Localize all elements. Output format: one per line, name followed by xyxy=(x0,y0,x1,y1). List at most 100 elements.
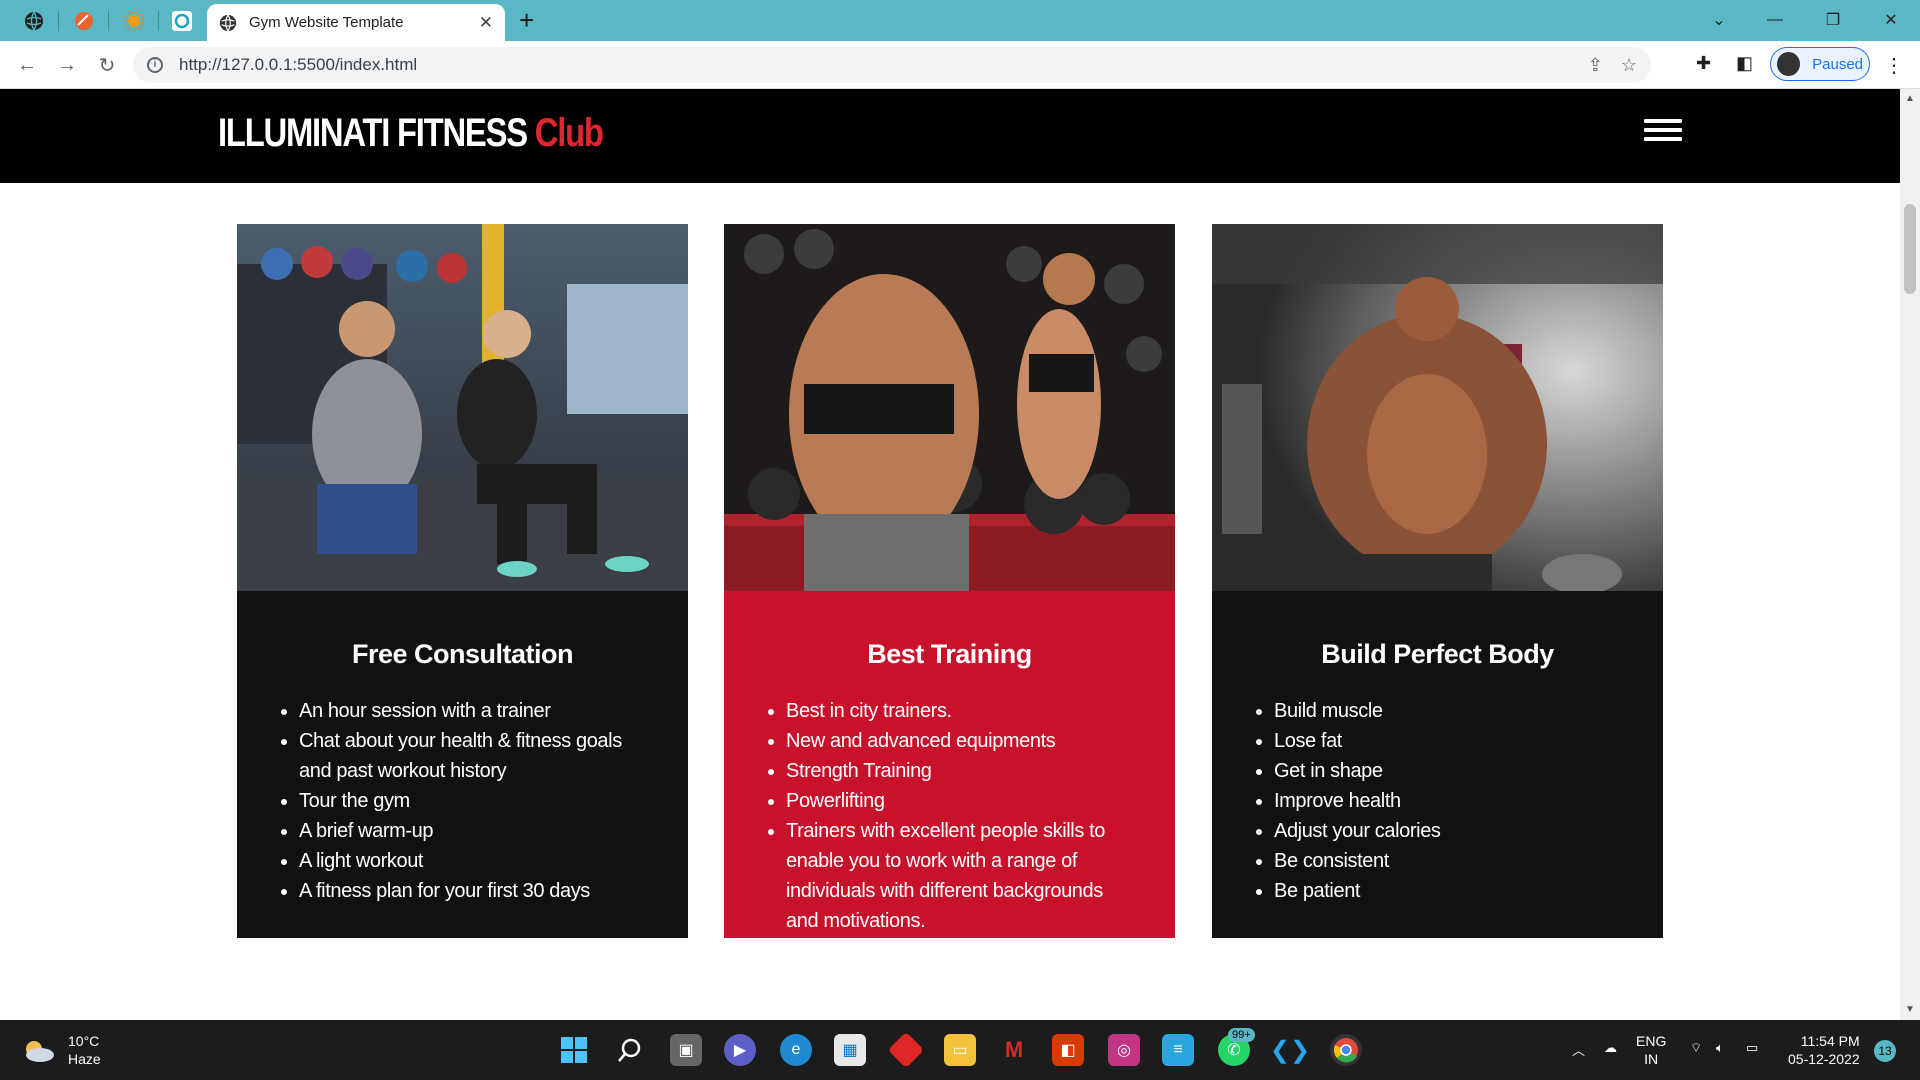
globe-icon xyxy=(25,11,43,31)
list-item: New and advanced equipments xyxy=(786,726,1135,756)
chrome-icon[interactable] xyxy=(1330,1034,1362,1066)
share-icon[interactable]: ⇪ xyxy=(1588,55,1603,76)
pinned-tab-app3[interactable] xyxy=(164,6,200,36)
card-title: Best Training xyxy=(867,639,1032,669)
pinned-tab-globe[interactable] xyxy=(16,6,52,36)
close-tab-icon[interactable]: ✕ xyxy=(479,13,493,33)
minimize-button[interactable]: — xyxy=(1752,5,1798,35)
restore-button[interactable]: ❐ xyxy=(1810,5,1856,35)
clock-time: 11:54 PM xyxy=(1800,1033,1860,1049)
card-list: Best in city trainers. New and advanced … xyxy=(786,696,1175,936)
card-title: Build Perfect Body xyxy=(1321,639,1554,669)
edge-browser-icon[interactable]: e xyxy=(780,1034,812,1066)
close-window-button[interactable]: ✕ xyxy=(1868,5,1914,35)
clock[interactable]: 11:54 PM 05-12-2022 xyxy=(1788,1032,1860,1068)
list-item: An hour session with a trainer xyxy=(299,696,648,726)
scrollbar-thumb[interactable] xyxy=(1904,204,1916,294)
browser-tab-bar: Gym Website Template ✕ + ⌄ — ❐ ✕ xyxy=(0,0,1920,41)
scroll-up-arrow-icon[interactable]: ▲ xyxy=(1905,93,1915,104)
card-best-training: Best Training Best in city trainers. New… xyxy=(724,224,1175,938)
profile-button[interactable]: Paused xyxy=(1770,47,1870,81)
weather-temp: 10°C xyxy=(68,1033,100,1049)
whatsapp-badge: 99+ xyxy=(1228,1028,1255,1042)
list-item: Get in shape xyxy=(1274,756,1623,786)
search-icon[interactable] xyxy=(614,1034,646,1066)
instagram-icon[interactable]: ◎ xyxy=(1108,1034,1140,1066)
new-tab-button[interactable]: + xyxy=(519,5,534,35)
app-icon xyxy=(75,12,93,30)
battery-icon[interactable]: ▭ xyxy=(1746,1040,1758,1056)
profile-status: Paused xyxy=(1812,55,1863,73)
list-item: Powerlifting xyxy=(786,786,1135,816)
vscode-icon[interactable]: ❮❯ xyxy=(1270,1034,1310,1066)
weather-desc: Haze xyxy=(68,1051,101,1067)
card-list: An hour session with a trainer Chat abou… xyxy=(299,696,688,906)
list-item: Lose fat xyxy=(1274,726,1623,756)
site-header: ILLUMINATI FITNESS Club xyxy=(0,89,1900,183)
clock-date: 05-12-2022 xyxy=(1788,1051,1860,1067)
card-build-perfect-body: Build Perfect Body Build muscle Lose fat… xyxy=(1212,224,1663,938)
card-free-consultation: Free Consultation An hour session with a… xyxy=(237,224,688,938)
list-item: Chat about your health & fitness goals a… xyxy=(299,726,648,786)
card-title: Free Consultation xyxy=(351,639,574,669)
list-item: Best in city trainers. xyxy=(786,696,1135,726)
file-explorer-icon[interactable]: ▭ xyxy=(944,1034,976,1066)
list-item: Be patient xyxy=(1274,876,1623,906)
forward-button[interactable]: → xyxy=(52,50,82,80)
list-item: Build muscle xyxy=(1274,696,1623,726)
hamburger-menu-icon[interactable] xyxy=(1644,119,1682,141)
active-tab[interactable]: Gym Website Template ✕ xyxy=(207,4,505,41)
list-item: A brief warm-up xyxy=(299,816,648,846)
card-list: Build muscle Lose fat Get in shape Impro… xyxy=(1274,696,1663,906)
lang-line1: ENG xyxy=(1636,1033,1667,1049)
cloud-weather-icon xyxy=(26,1041,54,1062)
store-icon[interactable]: ▦ xyxy=(834,1034,866,1066)
notepad-icon[interactable]: ≡ xyxy=(1162,1034,1194,1066)
pinned-tab-app2[interactable] xyxy=(116,6,152,36)
bodybuilder-photo xyxy=(1212,224,1663,591)
task-view-icon[interactable]: ▣ xyxy=(670,1034,702,1066)
list-item: Tour the gym xyxy=(299,786,648,816)
notification-count-badge[interactable]: 13 xyxy=(1874,1040,1896,1062)
logo-accent: Club xyxy=(534,111,604,155)
app-diamond-icon[interactable] xyxy=(887,1031,925,1069)
onedrive-cloud-icon[interactable]: ☁ xyxy=(1604,1040,1617,1056)
bookmark-star-icon[interactable]: ☆ xyxy=(1621,55,1637,76)
sun-icon xyxy=(124,11,144,31)
weather-widget[interactable]: 10°C Haze xyxy=(20,1032,101,1068)
teams-chat-icon[interactable]: ▶ xyxy=(724,1034,756,1066)
wifi-icon[interactable]: ⌔ xyxy=(1690,1040,1702,1056)
address-toolbar: ← → ↻ i http://127.0.0.1:5500/index.html… xyxy=(0,41,1920,89)
tab-search-icon[interactable]: ⌄ xyxy=(1696,5,1742,35)
chevron-up-icon[interactable]: ︿ xyxy=(1572,1040,1585,1059)
lang-line2: IN xyxy=(1644,1051,1659,1067)
extensions-puzzle-icon[interactable]: ✚ xyxy=(1696,53,1711,74)
list-item: Strength Training xyxy=(786,756,1135,786)
start-windows-icon[interactable] xyxy=(558,1034,590,1066)
trainer-photo xyxy=(237,224,688,591)
tab-title: Gym Website Template xyxy=(249,14,404,31)
list-item: Improve health xyxy=(1274,786,1623,816)
office-icon[interactable]: ◧ xyxy=(1052,1034,1084,1066)
reload-button[interactable]: ↻ xyxy=(92,50,122,80)
back-button[interactable]: ← xyxy=(12,50,42,80)
refresh-app-icon xyxy=(172,11,192,31)
globe-icon xyxy=(219,14,237,32)
logo-main: ILLUMINATI FITNESS xyxy=(218,111,528,155)
mcafee-icon[interactable]: M xyxy=(998,1034,1030,1066)
list-item: Trainers with excellent people skills to… xyxy=(786,816,1135,936)
omnibox[interactable]: i http://127.0.0.1:5500/index.html ⇪ ☆ xyxy=(133,47,1651,83)
list-item: Adjust your calories xyxy=(1274,816,1623,846)
site-logo[interactable]: ILLUMINATI FITNESS Club xyxy=(218,111,604,156)
menu-kebab-icon[interactable]: ⋮ xyxy=(1884,53,1904,78)
list-item: A light workout xyxy=(299,846,648,876)
language-indicator[interactable]: ENG IN xyxy=(1636,1032,1666,1068)
site-info-icon[interactable]: i xyxy=(147,57,163,73)
pinned-tab-app1[interactable] xyxy=(66,6,102,36)
side-panel-icon[interactable]: ◧ xyxy=(1736,53,1753,74)
scroll-down-arrow-icon[interactable]: ▼ xyxy=(1905,1004,1915,1015)
url-field[interactable]: http://127.0.0.1:5500/index.html xyxy=(179,55,1570,75)
page-viewport: ILLUMINATI FITNESS Club Free Consultatio… xyxy=(0,89,1900,1020)
volume-icon[interactable]: 🔈︎ xyxy=(1716,1040,1724,1056)
page-scrollbar[interactable]: ▲ ▼ xyxy=(1900,89,1920,1020)
